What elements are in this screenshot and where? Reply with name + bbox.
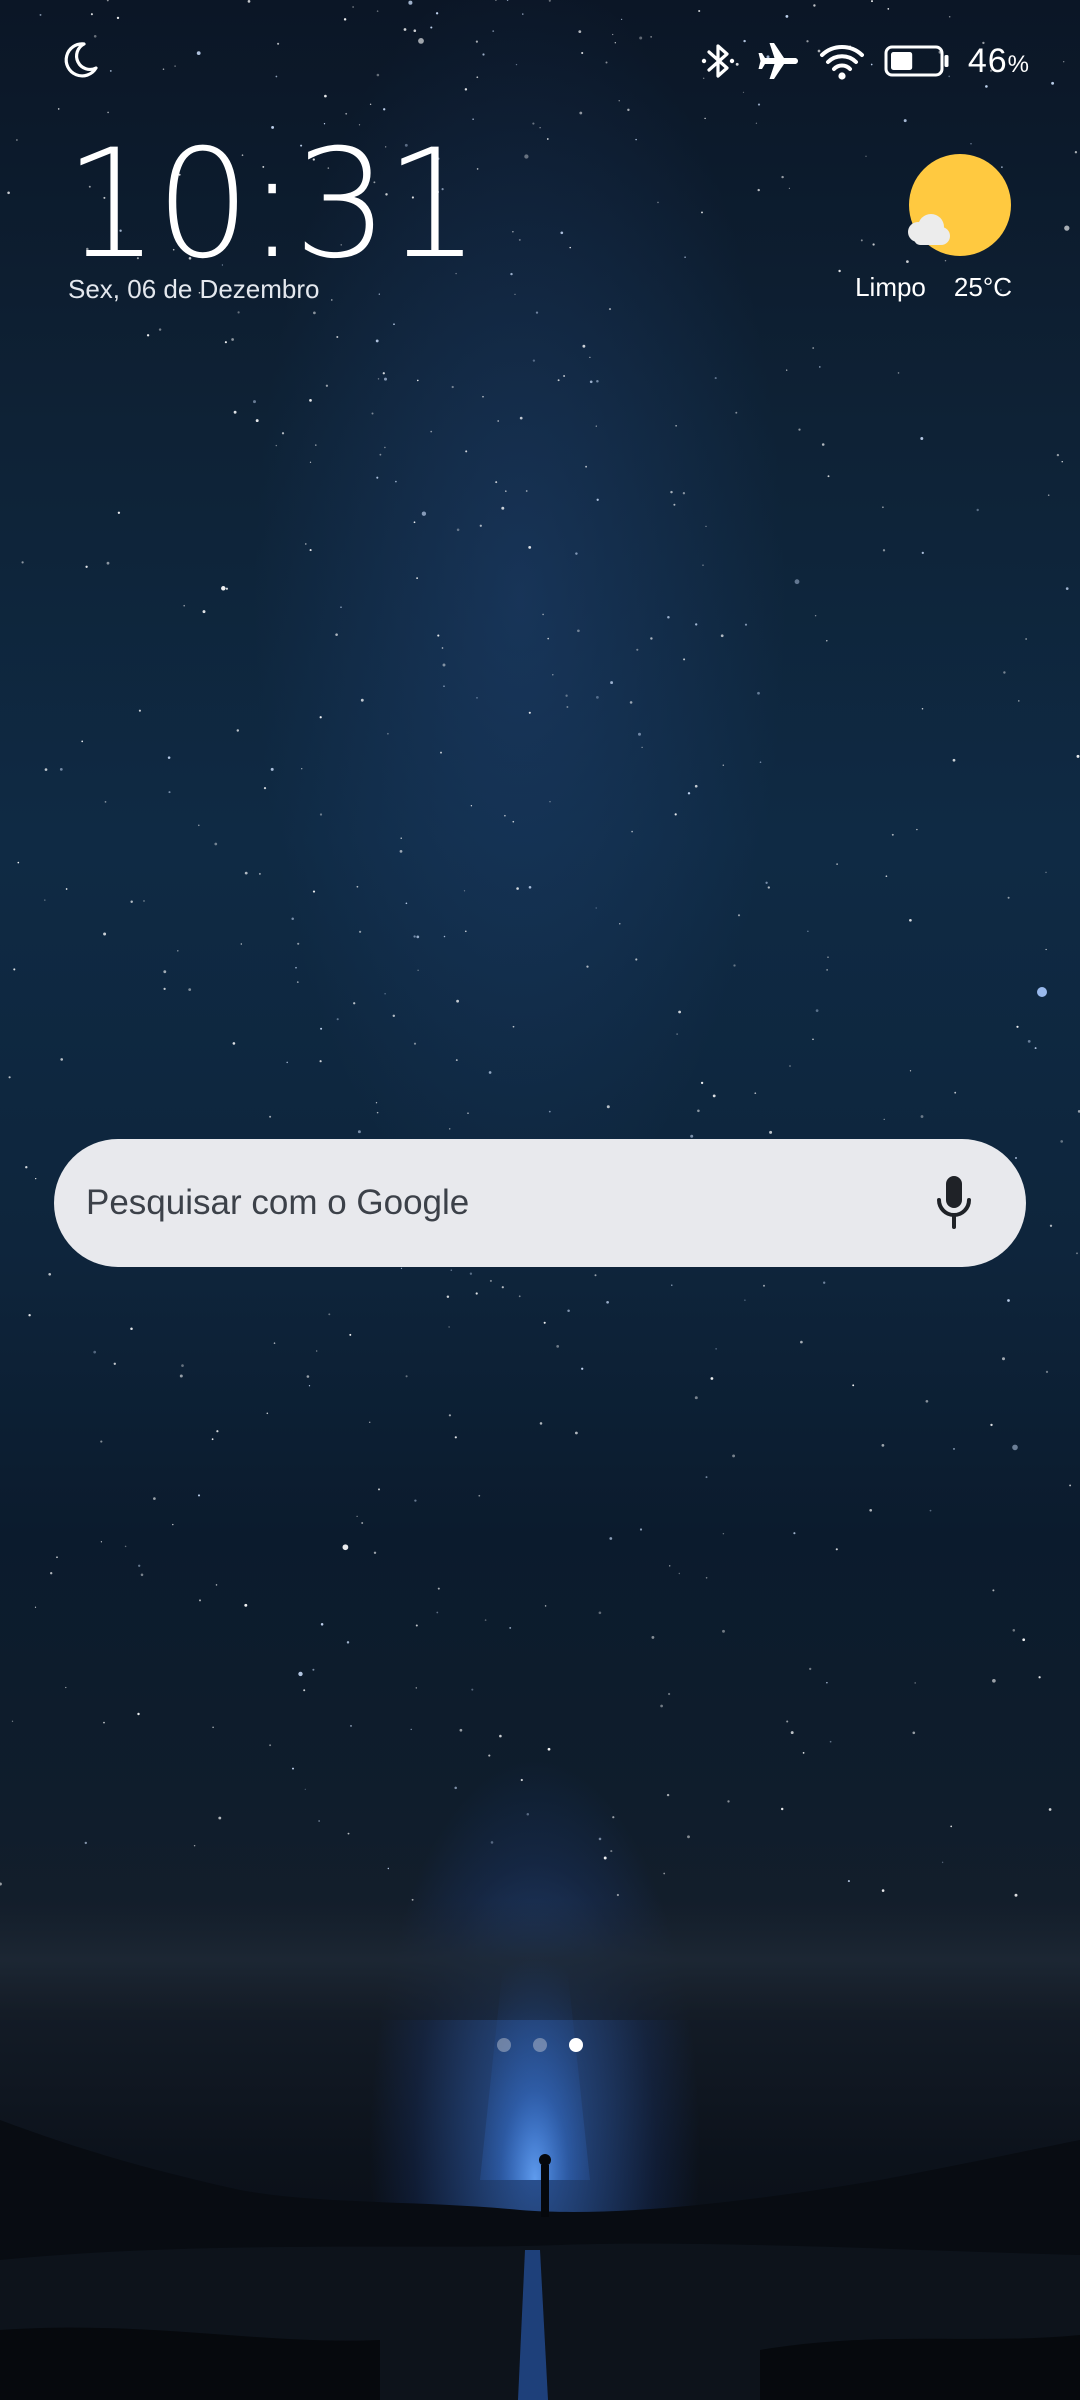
page-dot-1[interactable]: [497, 2038, 511, 2052]
weather-info[interactable]: Limpo 25°C: [855, 272, 1012, 303]
clock-time[interactable]: 10:31: [64, 130, 480, 280]
clock-date[interactable]: Sex, 06 de Dezembro: [68, 274, 319, 305]
weather-temperature: 25°C: [953, 272, 1012, 302]
page-dot-3[interactable]: [569, 2038, 583, 2052]
home-screen: 46% 10:31 Sex, 06 de Dezembro Limpo 25°C…: [0, 0, 1080, 2400]
sun-cloud-icon[interactable]: [900, 148, 1020, 268]
status-bar: 46%: [0, 0, 1080, 120]
page-indicator: [0, 2038, 1080, 2052]
airplane-mode-icon: [758, 43, 798, 79]
do-not-disturb-icon: [64, 42, 98, 78]
wifi-icon: [819, 45, 864, 80]
battery-percentage: 46%: [967, 41, 1030, 80]
microphone-icon[interactable]: [928, 1173, 980, 1233]
status-icons: 46%: [698, 36, 1030, 86]
page-dot-2[interactable]: [533, 2038, 547, 2052]
search-placeholder[interactable]: Pesquisar com o Google: [86, 1183, 928, 1223]
battery-icon: [884, 45, 949, 77]
bluetooth-icon: [701, 44, 735, 78]
google-search-bar[interactable]: Pesquisar com o Google: [54, 1139, 1026, 1267]
weather-condition: Limpo: [855, 272, 926, 302]
